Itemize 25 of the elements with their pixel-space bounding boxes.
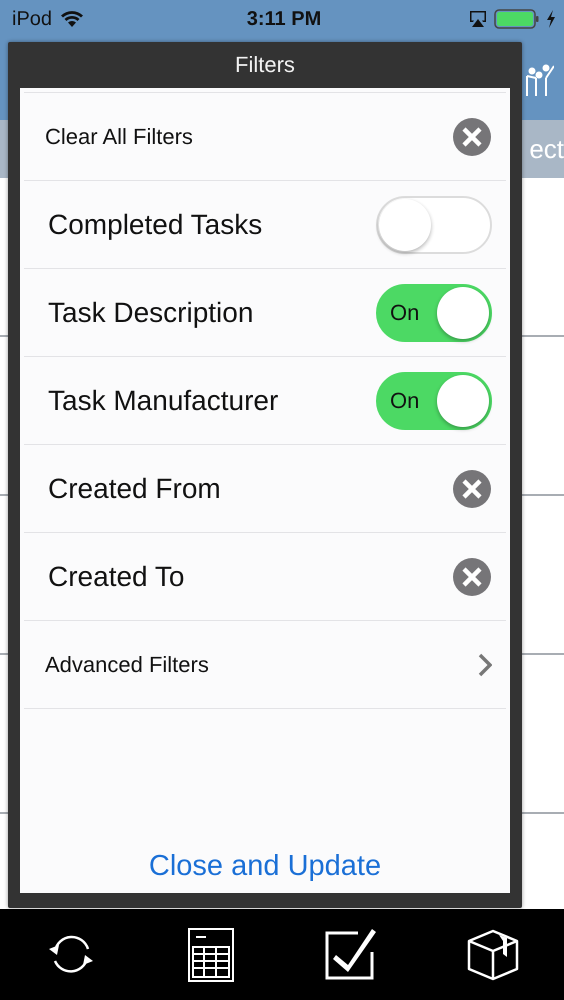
clock-time: 3:11 PM [246,8,322,30]
toggle-switch[interactable]: On [376,284,492,342]
dialog-title: Filters [234,51,296,79]
airplay-icon [468,10,488,28]
wifi-icon [60,10,84,28]
toggle-switch[interactable]: On [376,372,492,430]
spreadsheet-icon[interactable] [186,926,236,982]
filter-label: Task Manufacturer [48,384,278,416]
battery-icon [494,8,540,30]
filter-label: Clear All Filters [45,124,193,150]
network-icon [524,62,554,96]
filter-label: Created To [48,560,184,592]
toggle-switch[interactable] [376,196,492,254]
close-and-update-button[interactable]: Close and Update [140,846,390,887]
filter-label: Created From [48,472,221,504]
filter-label: Task Description [48,296,254,328]
chevron-right-icon[interactable] [478,652,492,676]
charging-icon [546,10,556,28]
clear-icon[interactable] [452,116,492,156]
filter-label: Advanced Filters [45,652,209,678]
subheader-text: ect [529,134,564,164]
clear-icon[interactable] [452,556,492,596]
filter-label: Completed Tasks [48,208,262,240]
clear-icon[interactable] [452,468,492,508]
carrier-label: iPod [12,8,52,30]
